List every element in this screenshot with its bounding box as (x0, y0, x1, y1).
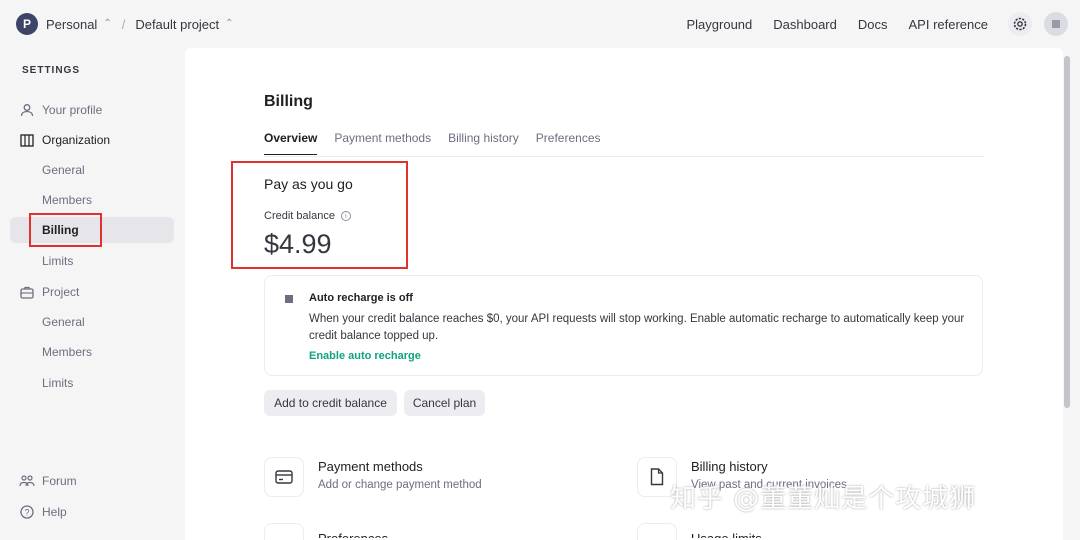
sidebar-item-label: Project (42, 285, 80, 299)
sidebar-item-label: Members (42, 193, 93, 207)
nav-api-reference[interactable]: API reference (909, 17, 989, 32)
preferences-link[interactable]: Preferences (318, 530, 388, 538)
sidebar-item-label: Limits (42, 376, 74, 390)
status-square-icon (285, 295, 293, 303)
nav-dashboard[interactable]: Dashboard (773, 17, 837, 32)
nav-playground[interactable]: Playground (686, 17, 752, 32)
sidebar-item-organization[interactable]: Organization (10, 127, 174, 153)
usage-limits-link[interactable]: Usage limits (691, 530, 762, 538)
breadcrumb-separator: / (121, 16, 126, 32)
auto-recharge-title: Auto recharge is off (309, 292, 413, 304)
sidebar-item-project-general[interactable]: General (10, 309, 174, 335)
billing-history-link[interactable]: Billing history (691, 459, 768, 474)
sidebar-item-label: Organization (42, 133, 111, 147)
people-icon (19, 473, 35, 489)
svg-text:?: ? (24, 508, 29, 518)
settings-sidebar: SETTINGS Your profile Organization Gener… (0, 48, 184, 540)
gear-icon (1013, 17, 1027, 31)
building-icon (19, 132, 35, 148)
avatar (1052, 20, 1060, 28)
cancel-plan-button[interactable]: Cancel plan (404, 390, 485, 416)
payment-methods-subtitle: Add or change payment method (318, 479, 482, 491)
sidebar-item-project[interactable]: Project (10, 279, 174, 305)
sidebar-item-label: General (42, 163, 85, 177)
sidebar-item-label: Limits (42, 254, 74, 268)
billing-tabs: Overview Payment methods Billing history… (264, 131, 618, 155)
help-circle-icon: ? (19, 504, 35, 520)
sidebar-item-label: General (42, 315, 85, 329)
org-name: Personal (46, 16, 98, 32)
main-panel: Billing Overview Payment methods Billing… (185, 48, 1063, 540)
sidebar-item-help[interactable]: ? Help (10, 499, 174, 525)
org-switcher[interactable]: P Personal ⌃ (16, 13, 112, 35)
scrollbar[interactable] (1064, 56, 1070, 408)
project-switcher[interactable]: Default project ⌃ (135, 17, 233, 32)
chevron-updown-icon: ⌃ (103, 18, 112, 29)
sidebar-heading: SETTINGS (22, 65, 81, 76)
sidebar-item-org-members[interactable]: Members (10, 187, 174, 213)
sidebar-item-label: Forum (42, 474, 77, 488)
sidebar-item-forum[interactable]: Forum (10, 468, 174, 494)
briefcase-icon (19, 284, 35, 300)
page-title: Billing (264, 93, 313, 110)
auto-recharge-description: When your credit balance reaches $0, you… (309, 313, 965, 342)
auto-recharge-card: Auto recharge is off When your credit ba… (264, 275, 983, 376)
nav-docs[interactable]: Docs (858, 17, 888, 32)
project-name: Default project (135, 16, 220, 32)
watermark: 知乎 @董董灿是个攻城狮 (670, 484, 977, 514)
settings-button[interactable] (1008, 12, 1032, 36)
enable-auto-recharge-link[interactable]: Enable auto recharge (309, 350, 421, 362)
sidebar-item-project-members[interactable]: Members (10, 339, 174, 365)
tab-preferences[interactable]: Preferences (536, 131, 601, 155)
payment-methods-link[interactable]: Payment methods (318, 459, 423, 474)
top-nav: Playground Dashboard Docs API reference (665, 0, 1068, 48)
tab-divider (264, 156, 984, 157)
top-bar: P Personal ⌃ / Default project ⌃ Playgro… (0, 0, 1080, 48)
tab-billing-history[interactable]: Billing history (448, 131, 519, 155)
sidebar-item-label: Your profile (42, 103, 103, 117)
payment-methods-icon-box (264, 457, 304, 497)
chevron-updown-icon: ⌃ (225, 18, 234, 29)
sidebar-item-label: Members (42, 345, 93, 359)
user-icon (19, 102, 35, 118)
sidebar-item-org-general[interactable]: General (10, 157, 174, 183)
sidebar-item-org-limits[interactable]: Limits (10, 248, 174, 274)
sidebar-item-label: Help (42, 505, 67, 519)
user-avatar-button[interactable] (1044, 12, 1068, 36)
sidebar-item-project-limits[interactable]: Limits (10, 370, 174, 396)
add-credit-button[interactable]: Add to credit balance (264, 390, 397, 416)
sidebar-item-your-profile[interactable]: Your profile (10, 97, 174, 123)
credit-card-icon (275, 470, 293, 484)
document-icon (650, 468, 664, 486)
tab-payment-methods[interactable]: Payment methods (334, 131, 431, 155)
org-avatar: P (16, 13, 38, 35)
tab-overview[interactable]: Overview (264, 131, 318, 155)
usage-limits-icon-box (637, 523, 677, 540)
credit-highlight-box (231, 161, 408, 269)
preferences-icon-box (264, 523, 304, 540)
billing-highlight-box (29, 213, 102, 247)
